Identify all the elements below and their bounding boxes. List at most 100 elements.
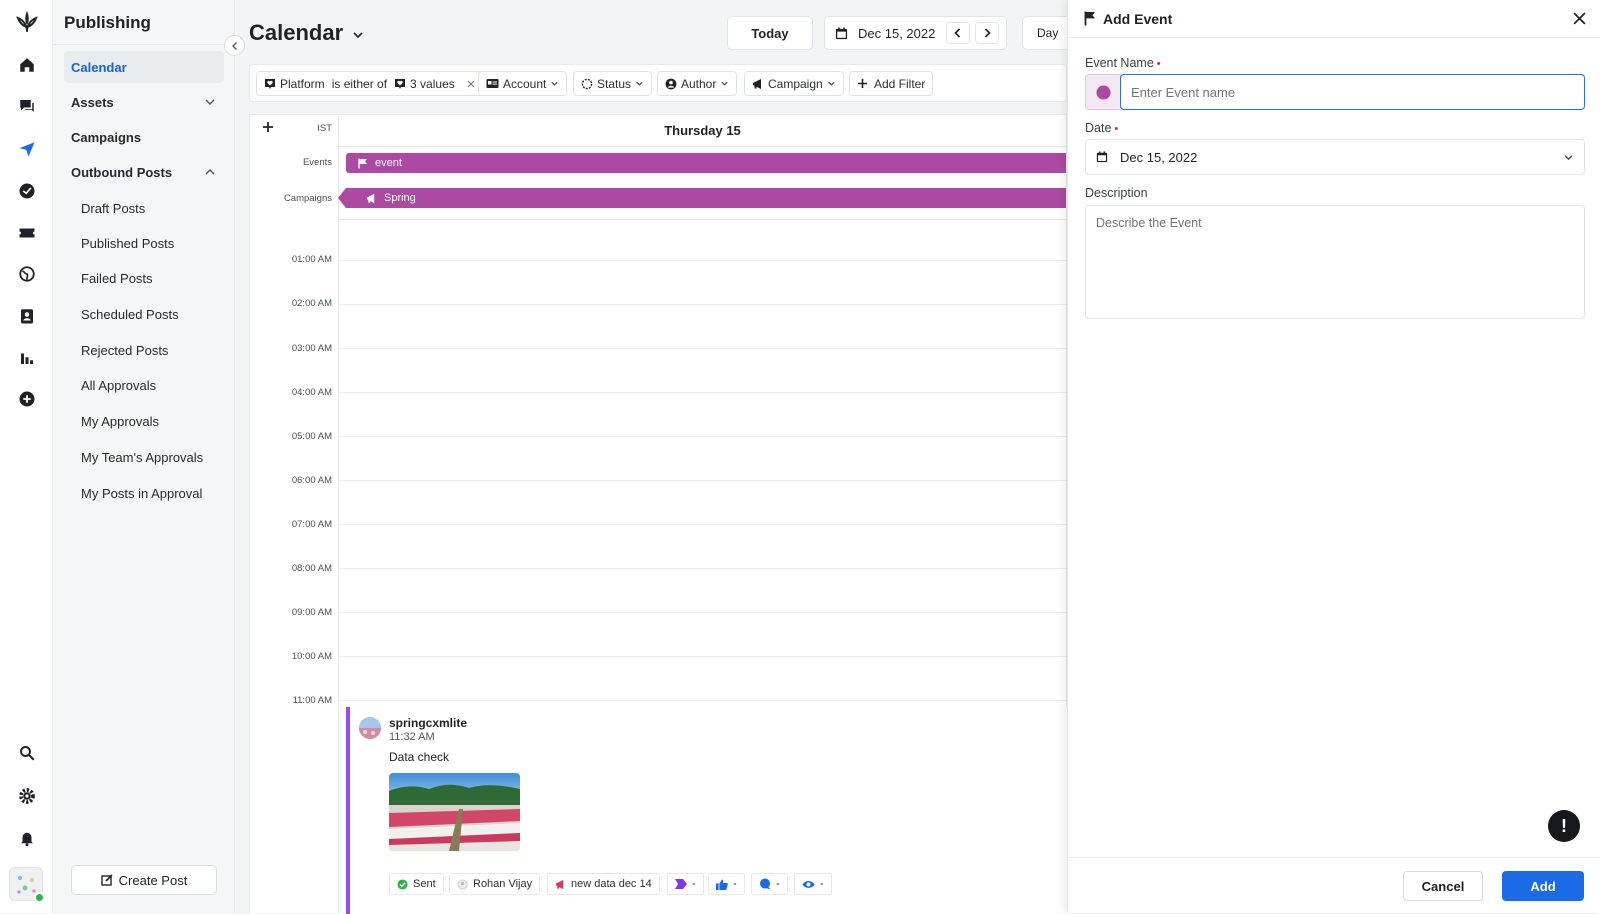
post-tag-chip[interactable]: - xyxy=(667,873,704,895)
megaphone-icon xyxy=(366,193,377,204)
add-filter-button[interactable]: Add Filter xyxy=(849,71,934,96)
hour-label: 11:00 AM xyxy=(292,695,332,706)
event-color-picker[interactable] xyxy=(1085,74,1121,110)
sidebar-item-assets[interactable]: Assets xyxy=(64,86,224,118)
hour-label: 04:00 AM xyxy=(291,387,332,398)
previous-day-button[interactable] xyxy=(946,22,970,44)
description-textarea[interactable] xyxy=(1085,205,1585,319)
chevron-down-icon xyxy=(550,79,559,88)
close-panel-icon[interactable] xyxy=(1573,12,1586,25)
account-avatar xyxy=(359,717,381,739)
view-day-button[interactable]: Day xyxy=(1022,16,1072,50)
campaigns-row-label: Campaigns xyxy=(283,193,332,204)
hour-label: 06:00 AM xyxy=(291,475,332,486)
add-event-plus-icon[interactable] xyxy=(262,121,274,133)
add-filter-label: Add Filter xyxy=(874,76,926,91)
online-status-dot xyxy=(34,892,45,903)
settings-gear-icon[interactable] xyxy=(14,783,40,809)
post-campaign-chip[interactable]: new data dec 14 xyxy=(547,873,660,895)
user-avatar[interactable] xyxy=(9,867,45,903)
account-filter-dropdown[interactable]: Account xyxy=(478,71,568,96)
post-likes-chip[interactable]: - xyxy=(708,873,745,895)
author-filter-dropdown[interactable]: Author xyxy=(657,71,738,96)
chevron-right-icon xyxy=(982,28,992,38)
date-label-text: Date xyxy=(1085,121,1112,135)
sidebar-subitem-rejected-posts[interactable]: Rejected Posts xyxy=(81,336,231,364)
megaphone-icon xyxy=(555,879,566,890)
event-date-picker[interactable]: Dec 15, 2022 xyxy=(1085,139,1585,175)
post-account-name[interactable]: springcxmlite xyxy=(389,716,467,730)
calendar-icon[interactable] xyxy=(835,26,848,40)
sidebar-item-campaigns[interactable]: Campaigns xyxy=(64,121,224,153)
reports-bar-chart-icon[interactable] xyxy=(14,345,40,371)
eye-icon xyxy=(802,880,815,889)
compose-icon xyxy=(100,874,113,886)
sidebar-subitem-scheduled-posts[interactable]: Scheduled Posts xyxy=(81,300,231,328)
hour-gridline xyxy=(339,392,1066,393)
next-day-button[interactable] xyxy=(975,22,999,44)
status-filter-dropdown[interactable]: Status xyxy=(573,71,653,96)
ticket-icon[interactable] xyxy=(14,220,40,246)
description-label: Description xyxy=(1085,186,1148,200)
hour-gridline xyxy=(339,260,1066,261)
today-button[interactable]: Today xyxy=(727,16,813,50)
current-date[interactable]: Dec 15, 2022 xyxy=(858,26,935,41)
hour-gridline xyxy=(339,436,1066,437)
author-avatar-icon xyxy=(457,878,468,890)
scheduled-post-card[interactable]: springcxmlite 11:32 AM Data check Sent R… xyxy=(346,707,1068,914)
sidebar-item-calendar[interactable]: Calendar xyxy=(64,51,224,83)
add-circle-icon[interactable] xyxy=(14,386,40,412)
add-button[interactable]: Add xyxy=(1502,871,1584,901)
thumbs-up-icon xyxy=(716,879,728,890)
remove-filter-close-icon[interactable] xyxy=(467,80,475,88)
event-date-value: Dec 15, 2022 xyxy=(1120,149,1198,165)
publishing-send-icon[interactable] xyxy=(14,136,40,162)
sidebar-item-label: Outbound Posts xyxy=(71,164,173,180)
sidebar-subitem-my-approvals[interactable]: My Approvals xyxy=(81,407,231,435)
day-column-header[interactable]: Thursday 15 xyxy=(339,115,1066,147)
engagement-check-icon[interactable] xyxy=(14,178,40,204)
required-asterisk: • xyxy=(1114,123,1119,135)
sprout-logo-icon[interactable] xyxy=(14,10,40,36)
globe-icon[interactable] xyxy=(14,261,40,287)
notifications-bell-icon[interactable] xyxy=(14,825,40,851)
contacts-icon[interactable] xyxy=(14,303,40,329)
time-gutter: IST Events Campaigns 01:00 AM 02:00 AM 0… xyxy=(250,115,339,913)
post-status: Sent xyxy=(413,878,436,890)
post-comments-chip[interactable]: - xyxy=(751,873,788,895)
campaign-bar-arrow xyxy=(338,188,346,208)
event-bar[interactable]: event xyxy=(346,153,1066,173)
alert-fab-button[interactable]: ! xyxy=(1548,810,1580,842)
search-icon[interactable] xyxy=(14,740,40,766)
post-image-tulip-field[interactable] xyxy=(389,773,520,851)
home-icon[interactable] xyxy=(14,52,40,78)
chevron-left-icon xyxy=(230,41,240,51)
post-author-chip[interactable]: Rohan Vijay xyxy=(449,873,541,895)
messages-icon[interactable] xyxy=(14,93,40,119)
post-views-chip[interactable]: - xyxy=(794,873,832,895)
hour-label: 07:00 AM xyxy=(291,519,332,530)
sidebar-subitem-my-teams-approvals[interactable]: My Team's Approvals xyxy=(81,443,231,471)
create-post-button[interactable]: Create Post xyxy=(71,865,217,895)
platform-filter-chip[interactable]: Platform is either of 3 values xyxy=(256,71,483,96)
sidebar-subitem-draft-posts[interactable]: Draft Posts xyxy=(81,194,231,222)
chevron-down-icon xyxy=(1563,152,1574,163)
collapse-sidebar-button[interactable] xyxy=(224,35,245,56)
cancel-button[interactable]: Cancel xyxy=(1403,871,1483,901)
hour-gridline xyxy=(339,656,1066,657)
view-switcher-dropdown[interactable] xyxy=(349,26,367,44)
all-day-separator xyxy=(339,219,1066,220)
sidebar-subitem-published-posts[interactable]: Published Posts xyxy=(81,229,231,257)
sidebar-item-outbound-posts[interactable]: Outbound Posts xyxy=(64,156,224,188)
sidebar-subitem-all-approvals[interactable]: All Approvals xyxy=(81,371,231,399)
sidebar-item-label: Campaigns xyxy=(71,129,142,145)
date-label: Date • xyxy=(1085,121,1118,135)
event-name-input[interactable] xyxy=(1120,74,1585,110)
megaphone-icon xyxy=(752,78,764,90)
campaign-filter-dropdown[interactable]: Campaign xyxy=(744,71,844,96)
sidebar-subitem-failed-posts[interactable]: Failed Posts xyxy=(81,264,231,292)
campaign-bar[interactable]: Spring xyxy=(338,188,1066,208)
post-status-chip[interactable]: Sent xyxy=(389,873,444,895)
sidebar-subitem-my-posts-in-approval[interactable]: My Posts in Approval xyxy=(81,479,231,507)
date-navigator: Dec 15, 2022 xyxy=(824,16,1007,50)
